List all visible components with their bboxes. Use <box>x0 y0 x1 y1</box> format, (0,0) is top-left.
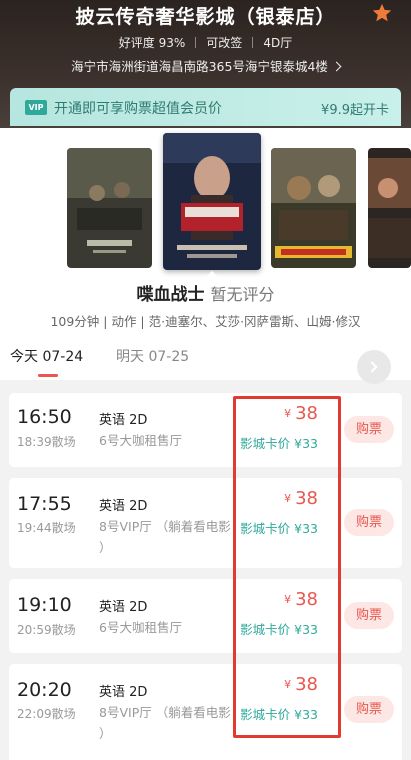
tab-today[interactable]: 今天 07-24 <box>10 346 83 366</box>
vip-banner[interactable]: VIP 开通即可享购票超值会员价 ¥9.9起开卡 <box>10 88 401 126</box>
movie-poster-selected[interactable] <box>163 133 261 270</box>
hall-name: 8号VIP厅 （躺着看电影 ） <box>99 702 249 744</box>
tab-tomorrow[interactable]: 明天 07-25 <box>116 346 189 366</box>
hall-name-text: 8号VIP厅 （躺着看电影 <box>99 705 231 720</box>
movie-poster-1[interactable] <box>67 148 152 268</box>
poster-pointer <box>205 271 219 278</box>
movie-poster-4[interactable] <box>368 148 411 268</box>
yen-symbol: ¥ <box>284 678 292 691</box>
member-price: 影城卡价 ¥33 <box>240 436 318 451</box>
price-value: 38 <box>295 488 318 509</box>
address-text: 海宁市海洲街道海昌南路365号海宁银泰城4楼 <box>71 59 328 74</box>
hall-name-text: 6号大咖租售厅 <box>99 620 182 635</box>
movie-poster-3[interactable] <box>271 148 356 268</box>
hall-name-text: 6号大咖租售厅 <box>99 433 182 448</box>
language-format: 英语 2D <box>99 600 148 615</box>
hall-name-cont: ） <box>99 726 112 741</box>
end-time: 20:59散场 <box>17 623 76 637</box>
movie-title: 喋血战士 暂无评分 <box>0 280 411 305</box>
buy-ticket-button[interactable]: 购票 <box>344 509 394 536</box>
price-value: 38 <box>295 403 318 424</box>
hall-name: 6号大咖租售厅 <box>99 617 249 638</box>
movie-score: 暂无评分 <box>210 285 275 304</box>
active-tab-indicator <box>38 374 58 377</box>
yen-symbol: ¥ <box>284 492 292 505</box>
vip-price-link[interactable]: ¥9.9起开卡 <box>321 99 389 118</box>
price-value: 38 <box>295 674 318 695</box>
ticket-price: ¥38 <box>284 488 318 509</box>
vip-promo-text: 开通即可享购票超值会员价 <box>54 101 222 117</box>
end-time: 19:44散场 <box>17 521 76 535</box>
start-time: 19:10 <box>17 594 72 616</box>
hall-name-text: 8号VIP厅 （躺着看电影 <box>99 519 231 534</box>
hall-name: 6号大咖租售厅 <box>99 430 249 451</box>
showtime-row[interactable]: 20:20 22:09散场 英语 2D 8号VIP厅 （躺着看电影 ） ¥38 影… <box>9 664 402 760</box>
start-time: 17:55 <box>17 493 72 515</box>
cinema-address[interactable]: 海宁市海洲街道海昌南路365号海宁银泰城4楼 <box>0 56 411 75</box>
end-time: 22:09散场 <box>17 707 76 721</box>
ticket-price: ¥38 <box>284 589 318 610</box>
favorite-star-icon[interactable] <box>371 2 393 24</box>
hall-name: 8号VIP厅 （躺着看电影 ） <box>99 516 249 558</box>
buy-ticket-button[interactable]: 购票 <box>344 696 394 723</box>
end-time: 18:39散场 <box>17 435 76 449</box>
ticket-price: ¥38 <box>284 674 318 695</box>
cinema-name: 披云传奇奢华影城（银泰店） <box>75 6 336 28</box>
cinema-meta: 好评度 93% 可改签 4D厅 <box>0 34 411 51</box>
buy-ticket-button[interactable]: 购票 <box>344 602 394 629</box>
movie-name: 喋血战士 <box>136 285 205 305</box>
chevron-right-icon <box>331 61 342 72</box>
4d-tag: 4D厅 <box>263 36 293 50</box>
member-price: 影城卡价 ¥33 <box>240 521 318 536</box>
ticket-price: ¥38 <box>284 403 318 424</box>
showtime-row[interactable]: 16:50 18:39散场 英语 2D 6号大咖租售厅 ¥38 影城卡价 ¥33… <box>9 393 402 467</box>
rebook-tag: 可改签 <box>206 36 243 50</box>
yen-symbol: ¥ <box>284 593 292 606</box>
price-value: 38 <box>295 589 318 610</box>
showtime-row[interactable]: 19:10 20:59散场 英语 2D 6号大咖租售厅 ¥38 影城卡价 ¥33… <box>9 579 402 653</box>
language-format: 英语 2D <box>99 413 148 428</box>
chevron-right-icon <box>366 361 378 373</box>
member-price: 影城卡价 ¥33 <box>240 707 318 722</box>
yen-symbol: ¥ <box>284 407 292 420</box>
language-format: 英语 2D <box>99 685 148 700</box>
showtime-row[interactable]: 17:55 19:44散场 英语 2D 8号VIP厅 （躺着看电影 ） ¥38 影… <box>9 478 402 568</box>
language-format: 英语 2D <box>99 499 148 514</box>
hall-name-cont: ） <box>99 540 112 555</box>
rating-text: 好评度 93% <box>118 36 186 50</box>
start-time: 20:20 <box>17 679 72 701</box>
vip-badge-icon: VIP <box>25 100 47 115</box>
next-date-button[interactable] <box>357 350 391 384</box>
movie-info: 109分钟 | 动作 | 范·迪塞尔、艾莎·冈萨雷斯、山姆·修汉 <box>50 314 361 329</box>
movie-section: 喋血战士 暂无评分 109分钟 | 动作 | 范·迪塞尔、艾莎·冈萨雷斯、山姆·修… <box>0 128 411 384</box>
member-price: 影城卡价 ¥33 <box>240 622 318 637</box>
start-time: 16:50 <box>17 406 72 428</box>
buy-ticket-button[interactable]: 购票 <box>344 416 394 443</box>
